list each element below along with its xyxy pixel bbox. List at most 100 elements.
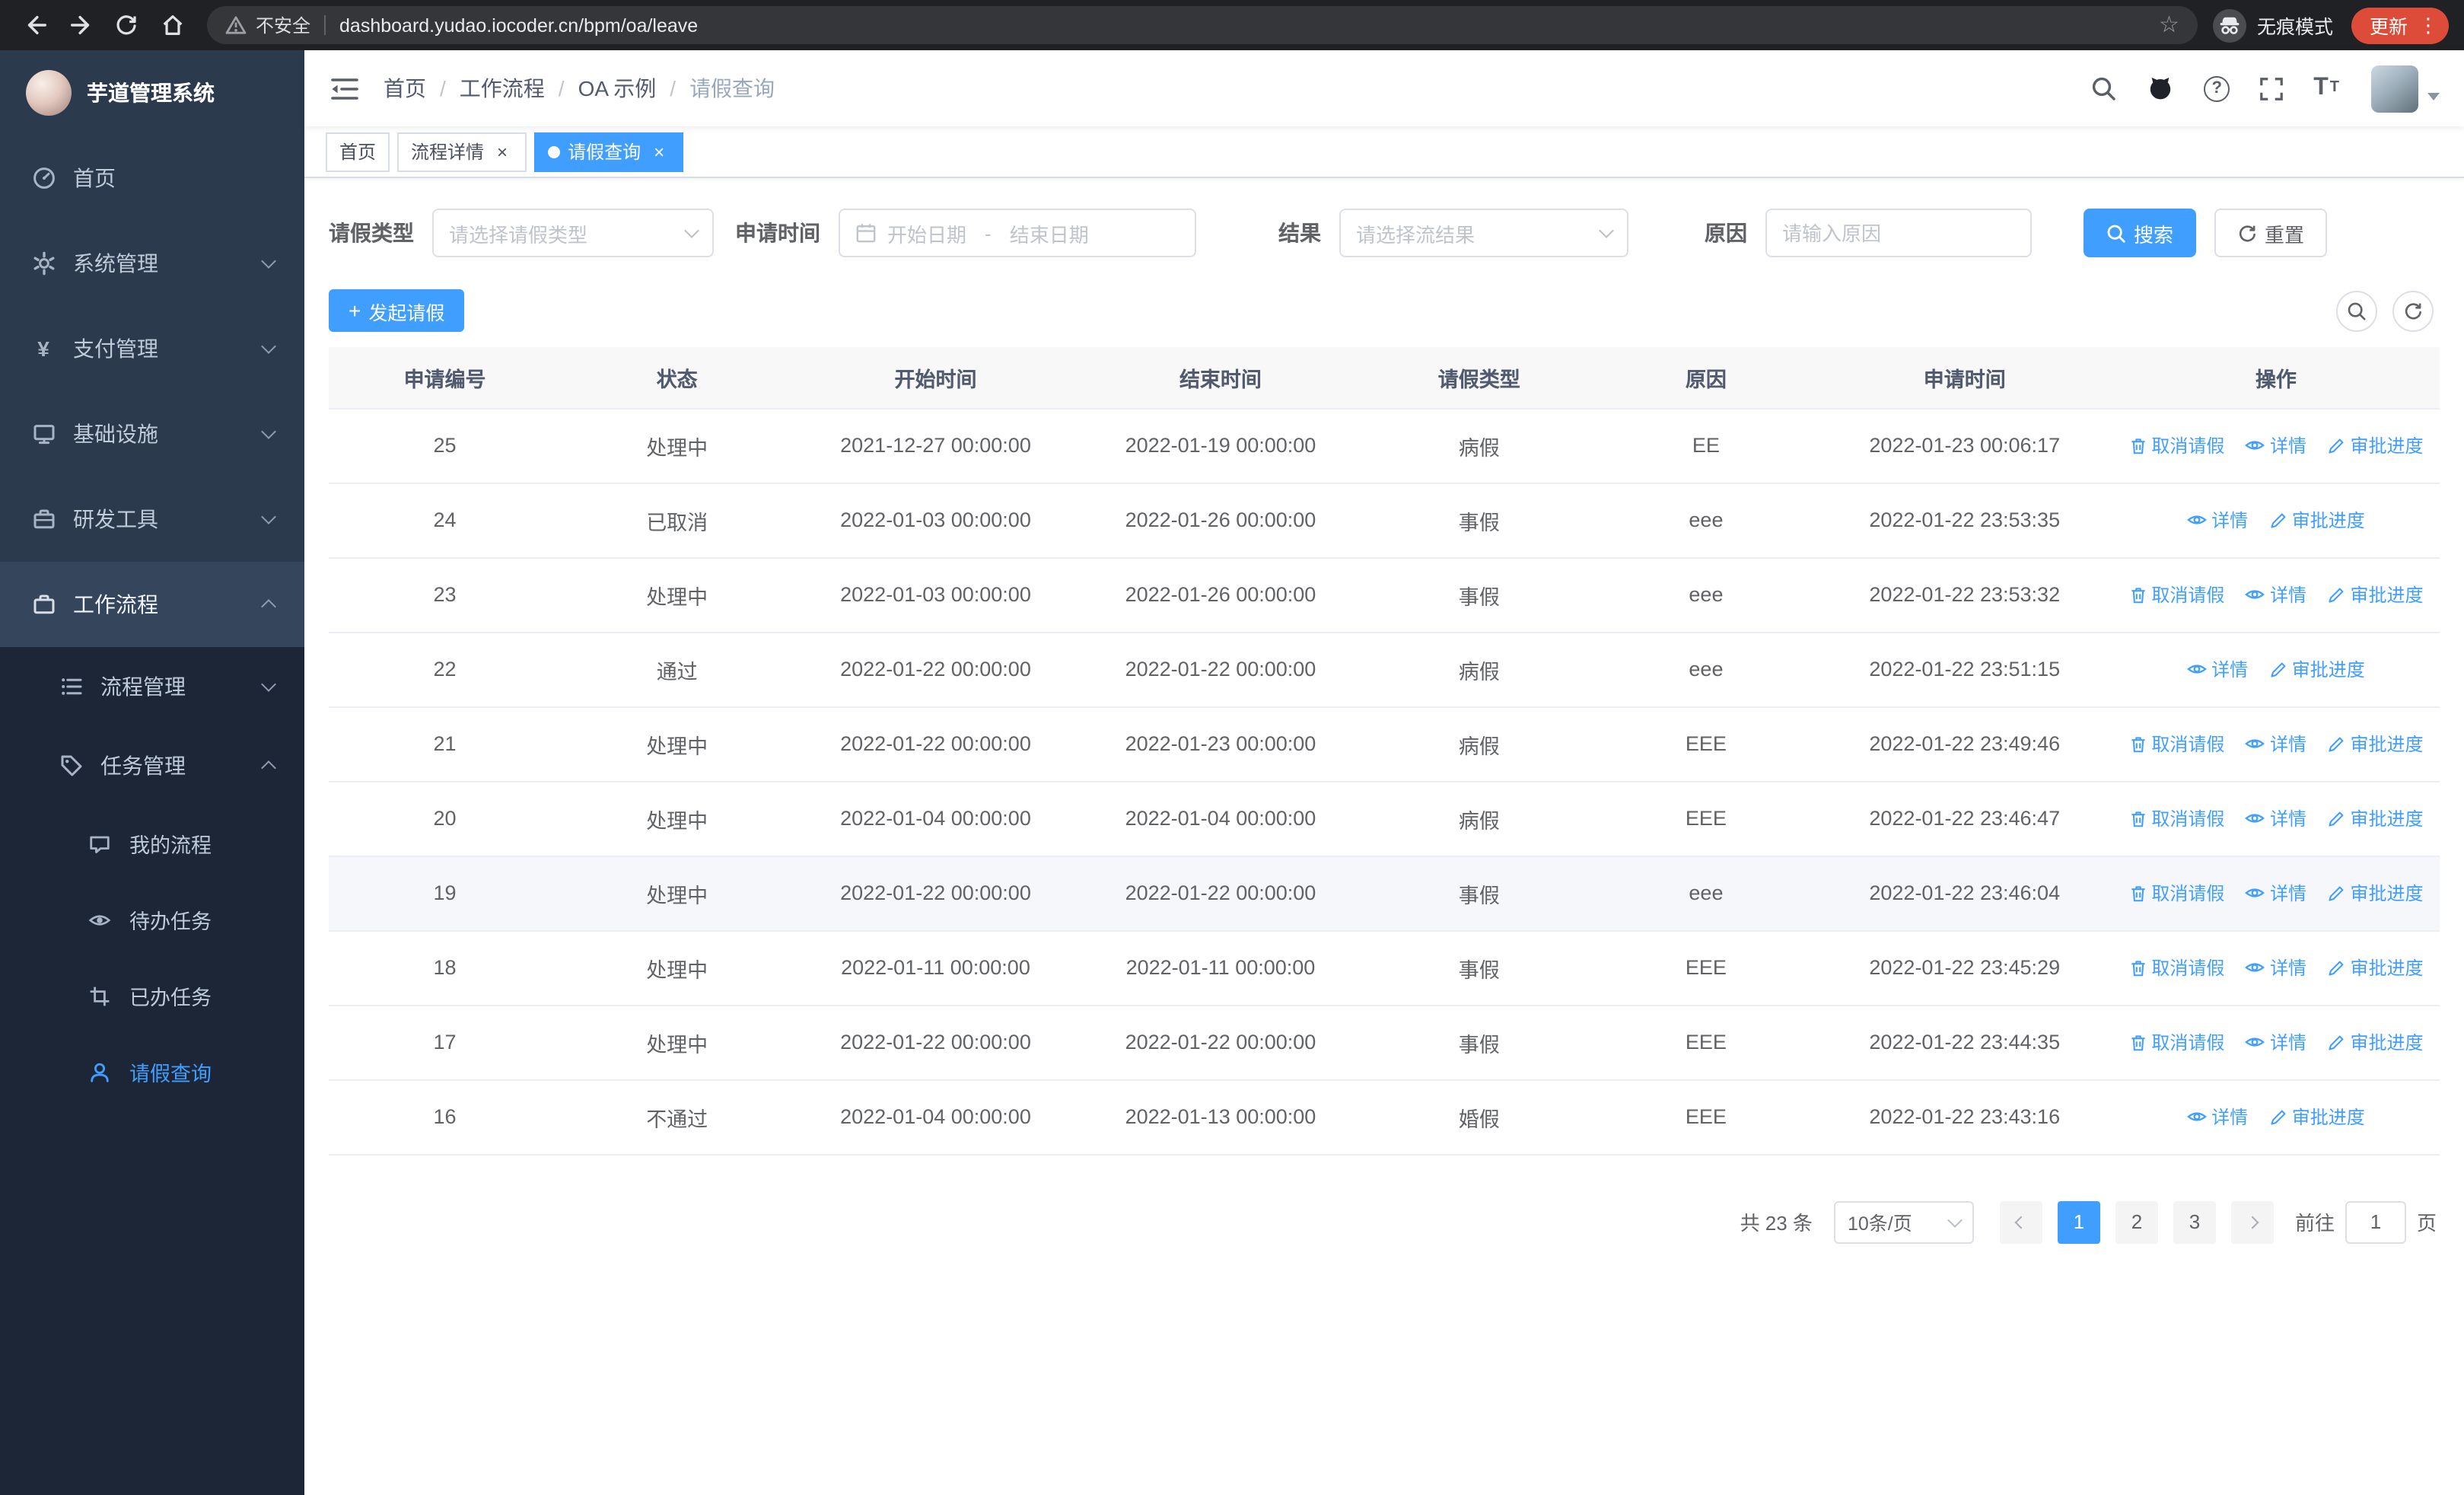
detail-link[interactable]: 详情 [2246, 581, 2306, 607]
total-count-label: 共 23 条 [1740, 1212, 1813, 1235]
sidebar-toggle-button[interactable] [327, 72, 361, 105]
cell-status: 处理中 [561, 408, 794, 483]
detail-link[interactable]: 详情 [2187, 506, 2248, 532]
goto-page-input[interactable] [2345, 1200, 2406, 1243]
tab-process-detail[interactable]: 流程详情 [397, 132, 527, 171]
update-button[interactable]: 更新 [2351, 7, 2449, 43]
eye-icon [2246, 888, 2265, 897]
cancel-leave-label: 取消请假 [2151, 435, 2225, 457]
bookmark-star-icon[interactable] [2159, 14, 2179, 37]
detail-link[interactable]: 详情 [2246, 432, 2306, 457]
breadcrumb-workflow[interactable]: 工作流程 [460, 73, 545, 104]
close-icon[interactable] [648, 141, 670, 162]
page-button-1[interactable]: 1 [2057, 1200, 2100, 1243]
close-icon[interactable] [492, 141, 513, 162]
tab-home[interactable]: 首页 [326, 132, 390, 171]
approval-progress-link[interactable]: 审批进度 [2269, 656, 2365, 682]
sidebar-item-leave-query[interactable]: 请假查询 [0, 1034, 304, 1110]
reload-icon[interactable] [107, 5, 146, 45]
prev-page-button[interactable] [1999, 1200, 2042, 1243]
approval-progress-link[interactable]: 审批进度 [2328, 1029, 2424, 1055]
cell-leave-type: 事假 [1363, 483, 1596, 558]
next-page-button[interactable] [2230, 1200, 2274, 1243]
start-date-placeholder[interactable]: 开始日期 [887, 218, 966, 247]
sidebar-item-infrastructure[interactable]: 基础设施 [0, 391, 304, 477]
approval-progress-link[interactable]: 审批进度 [2328, 955, 2424, 980]
approval-progress-link[interactable]: 审批进度 [2328, 805, 2424, 831]
sidebar-item-system[interactable]: 系统管理 [0, 221, 304, 306]
security-label[interactable]: 不安全 [256, 12, 310, 38]
approval-progress-link[interactable]: 审批进度 [2328, 880, 2424, 906]
sidebar-item-done-tasks[interactable]: 已办任务 [0, 958, 304, 1034]
approval-progress-link[interactable]: 审批进度 [2269, 507, 2365, 533]
detail-link[interactable]: 详情 [2187, 655, 2248, 681]
address-bar[interactable]: 不安全 dashboard.yudao.iocoder.cn/bpm/oa/le… [207, 6, 2198, 44]
approval-progress-link[interactable]: 审批进度 [2328, 582, 2424, 607]
col-header-id: 申请编号 [329, 347, 562, 409]
result-select[interactable]: 请选择流结果 [1339, 209, 1628, 257]
sidebar-item-todo-tasks[interactable]: 待办任务 [0, 881, 304, 958]
tab-leave-query[interactable]: 请假查询 [534, 132, 684, 171]
detail-link[interactable]: 详情 [2246, 730, 2306, 756]
detail-label: 详情 [2211, 509, 2249, 531]
sidebar-item-devtools[interactable]: 研发工具 [0, 477, 304, 562]
avatar[interactable] [2371, 65, 2418, 112]
sidebar-item-workflow[interactable]: 工作流程 [0, 562, 304, 647]
github-icon[interactable] [2146, 75, 2175, 102]
detail-link[interactable]: 详情 [2246, 954, 2306, 980]
cancel-leave-link[interactable]: 取消请假 [2128, 1029, 2224, 1055]
toggle-search-button[interactable] [2336, 290, 2377, 331]
search-button[interactable]: 搜索 [2084, 209, 2197, 257]
detail-link[interactable]: 详情 [2246, 879, 2306, 905]
reset-button[interactable]: 重置 [2214, 209, 2328, 257]
user-menu[interactable] [2371, 65, 2440, 112]
fullscreen-icon[interactable] [2259, 75, 2284, 101]
home-icon[interactable] [152, 5, 192, 45]
page-unit-label: 页 [2416, 1212, 2437, 1235]
sidebar-item-my-processes[interactable]: 我的流程 [0, 805, 304, 881]
cell-reason: EEE [1595, 706, 1817, 782]
back-icon[interactable] [15, 5, 55, 45]
sidebar-item-task-management[interactable]: 任务管理 [0, 726, 304, 805]
tab-label: 请假查询 [568, 142, 641, 163]
forward-icon[interactable] [61, 5, 100, 45]
breadcrumb-oa-example[interactable]: OA 示例 [578, 73, 657, 104]
cell-leave-type: 事假 [1363, 1005, 1596, 1080]
approval-progress-link[interactable]: 审批进度 [2269, 1104, 2365, 1130]
kebab-menu-icon[interactable] [2418, 15, 2438, 35]
apply-time-range-picker[interactable]: 开始日期 - 结束日期 [839, 209, 1196, 257]
page-button-3[interactable]: 3 [2173, 1200, 2216, 1243]
cell-status: 处理中 [561, 856, 794, 931]
breadcrumb-home[interactable]: 首页 [384, 73, 426, 104]
sidebar-item-payment[interactable]: 支付管理 [0, 306, 304, 391]
approval-progress-link[interactable]: 审批进度 [2328, 432, 2424, 458]
col-header-start: 开始时间 [793, 347, 1078, 409]
refresh-table-button[interactable] [2392, 290, 2434, 331]
cancel-leave-link[interactable]: 取消请假 [2128, 880, 2224, 906]
help-icon[interactable] [2204, 75, 2230, 101]
page-size-select[interactable]: 10条/页 [1833, 1200, 1974, 1243]
cell-reason: EEE [1595, 1079, 1817, 1155]
cancel-leave-link[interactable]: 取消请假 [2128, 731, 2224, 757]
detail-link[interactable]: 详情 [2246, 1028, 2306, 1054]
page-button-2[interactable]: 2 [2115, 1200, 2158, 1243]
reason-input[interactable] [1765, 209, 2032, 257]
cancel-leave-link[interactable]: 取消请假 [2128, 582, 2224, 607]
browser-chrome: 不安全 dashboard.yudao.iocoder.cn/bpm/oa/le… [0, 0, 2464, 50]
font-size-icon[interactable] [2313, 76, 2339, 100]
leave-type-select[interactable]: 请选择请假类型 [432, 209, 714, 257]
chevron-up-icon [261, 599, 276, 614]
sidebar-item-home[interactable]: 首页 [0, 135, 304, 221]
end-date-placeholder[interactable]: 结束日期 [1010, 218, 1089, 247]
cancel-leave-link[interactable]: 取消请假 [2128, 432, 2224, 458]
url-text[interactable]: dashboard.yudao.iocoder.cn/bpm/oa/leave [339, 14, 698, 36]
search-icon[interactable] [2091, 75, 2117, 101]
cancel-leave-link[interactable]: 取消请假 [2128, 805, 2224, 831]
cancel-leave-link[interactable]: 取消请假 [2128, 955, 2224, 980]
cell-start-time: 2021-12-27 00:00:00 [793, 408, 1078, 483]
sidebar-item-process-management[interactable]: 流程管理 [0, 647, 304, 726]
detail-link[interactable]: 详情 [2246, 805, 2306, 830]
detail-link[interactable]: 详情 [2187, 1103, 2248, 1129]
approval-progress-link[interactable]: 审批进度 [2328, 731, 2424, 757]
create-leave-button[interactable]: 发起请假 [329, 289, 465, 332]
